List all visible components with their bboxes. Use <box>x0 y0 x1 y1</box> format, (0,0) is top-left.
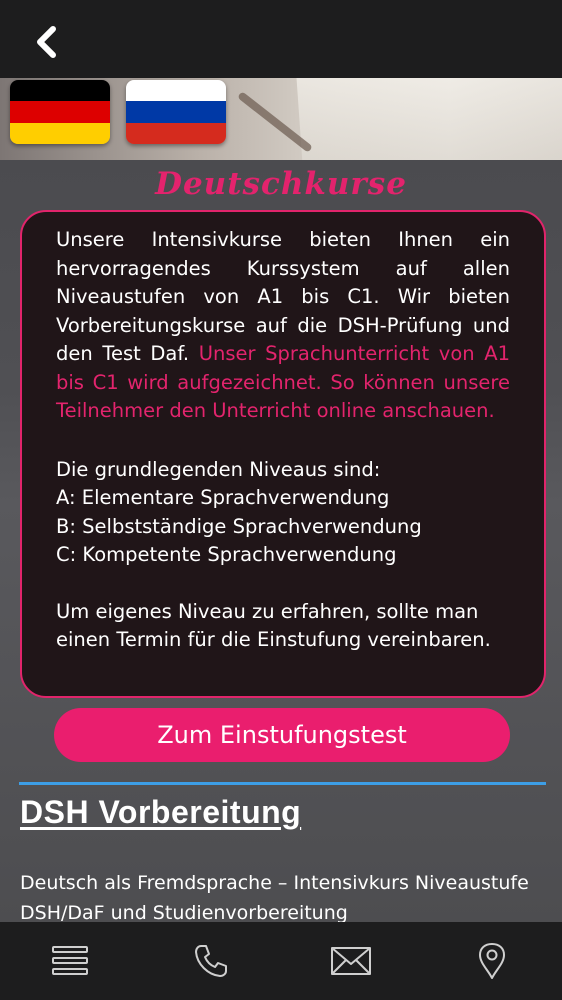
page-title: Deutschkurse <box>155 166 407 202</box>
russian-flag-button[interactable] <box>126 80 226 144</box>
level-item: C: Kompetente Sprachverwendung <box>56 543 397 566</box>
bottom-nav-bar <box>0 922 562 1000</box>
menu-icon <box>52 946 89 975</box>
placement-test-button[interactable]: Zum Einstufungstest <box>54 708 510 762</box>
chevron-left-icon <box>37 26 56 58</box>
dsh-description: Deutsch als Fremdsprache – Intensivkurs … <box>20 872 529 924</box>
levels-heading: Die grundlegenden Niveaus sind: <box>56 457 381 481</box>
section-divider <box>19 782 546 785</box>
closing-paragraph: Um eigenes Niveau zu erfahren, sollte ma… <box>56 599 491 652</box>
mail-button[interactable] <box>321 931 381 991</box>
location-button[interactable] <box>462 931 522 991</box>
mail-icon <box>331 947 372 975</box>
dsh-heading-link[interactable]: DSH Vorbereitung <box>20 794 301 831</box>
course-info-card: Unsere Intensivkurse bieten Ihnen ein he… <box>20 210 546 698</box>
level-item: A: Elementare Sprachverwendung <box>56 486 390 509</box>
back-button[interactable] <box>28 24 64 60</box>
phone-button[interactable] <box>181 931 241 991</box>
top-bar <box>0 0 562 78</box>
level-item: B: Selbstständige Sprachverwendung <box>56 514 422 538</box>
menu-button[interactable] <box>40 931 100 991</box>
phone-icon <box>194 945 227 977</box>
location-pin-icon <box>478 943 505 979</box>
german-flag-button[interactable] <box>10 80 110 144</box>
intro-paragraph: Unsere Intensivkurse bieten Ihnen ein he… <box>56 226 510 426</box>
